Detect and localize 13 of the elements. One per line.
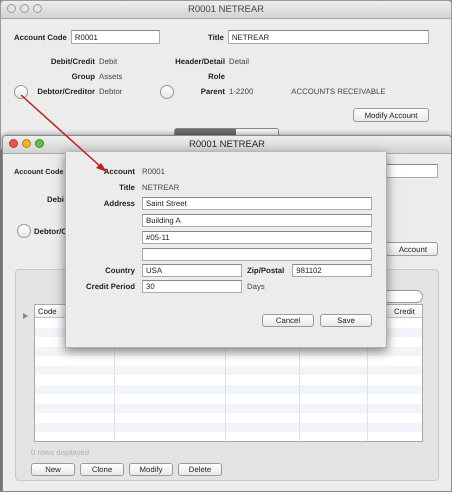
minimize-button[interactable] (22, 139, 31, 148)
radio-button[interactable] (17, 224, 31, 238)
address-field[interactable] (142, 248, 372, 261)
zoom-button[interactable] (35, 139, 44, 148)
window-title: R0001 NETREAR (186, 4, 266, 15)
minimize-button[interactable] (20, 4, 29, 13)
radio-button[interactable] (14, 84, 28, 98)
disclosure-triangle-icon[interactable] (23, 313, 28, 319)
zoom-button[interactable] (33, 4, 42, 13)
close-button[interactable] (9, 139, 18, 148)
close-button[interactable] (7, 4, 16, 13)
window-title: R0001 NETREAR (188, 139, 266, 150)
radio-button[interactable] (160, 84, 174, 98)
